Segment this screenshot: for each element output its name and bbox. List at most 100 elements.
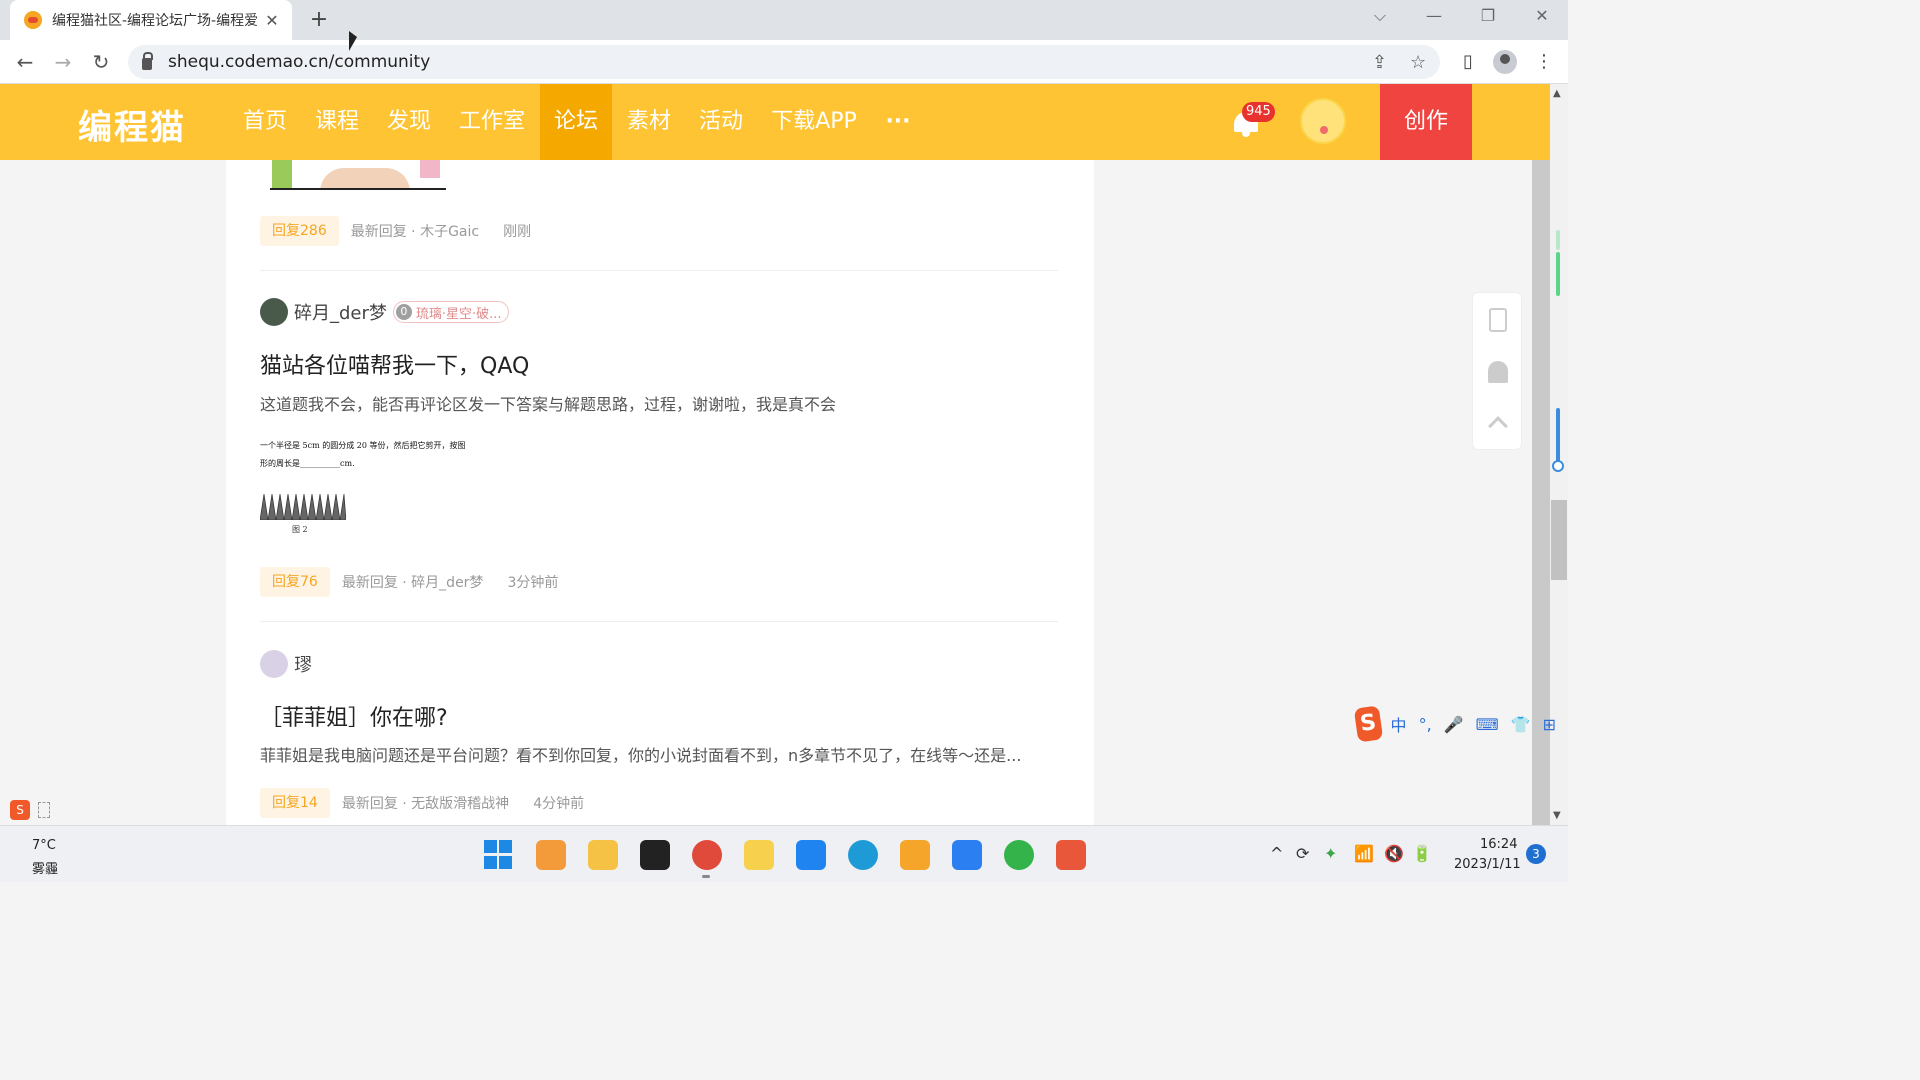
terminal-icon[interactable] [640, 840, 670, 870]
post-title[interactable]: 猫站各位喵帮我一下，QAQ [260, 348, 529, 380]
lock-icon[interactable] [142, 52, 153, 70]
post-author[interactable]: 璆 [260, 650, 318, 678]
ime-chinese-mode[interactable]: 中 [1391, 712, 1407, 736]
app-star-icon[interactable] [744, 840, 774, 870]
volume-muted-icon[interactable]: 🔇 [1384, 844, 1404, 863]
scroll-indicator [1556, 252, 1560, 296]
share-icon[interactable]: ⇪ [1372, 52, 1387, 73]
mobile-app-button[interactable] [1473, 295, 1523, 345]
scrollbar-thumb[interactable] [1551, 500, 1567, 580]
edge-icon[interactable] [848, 840, 878, 870]
tray-expand-icon[interactable]: ^ [1270, 844, 1283, 863]
mouse-cursor-icon [349, 31, 357, 51]
reload-button[interactable]: ↻ [88, 49, 114, 75]
clock-date[interactable]: 2023/1/11 [1454, 857, 1521, 872]
nav-more-icon[interactable]: ··· [876, 84, 920, 160]
nav-download-app[interactable]: 下载APP [766, 84, 862, 160]
post-description[interactable]: 这道题我不会，能否再评论区发一下答案与解题思路，过程，谢谢啦，我是真不会 [260, 391, 836, 415]
file-explorer-icon[interactable] [588, 840, 618, 870]
post-title[interactable]: ［菲菲姐］你在哪? [260, 700, 448, 732]
nav-courses[interactable]: 课程 [308, 84, 366, 160]
tray-security-icon[interactable]: ✦ [1324, 844, 1337, 863]
author-name[interactable]: 璆 [294, 651, 312, 677]
reply-count-tag[interactable]: 回复286 [260, 216, 339, 246]
minimize-button[interactable]: — [1420, 6, 1448, 25]
nav-events[interactable]: 活动 [692, 84, 750, 160]
close-window-button[interactable]: ✕ [1528, 6, 1556, 25]
site-logo[interactable]: 编程猫 [78, 100, 186, 149]
ime-punctuation-icon[interactable]: °, [1419, 715, 1432, 734]
profile-avatar-icon[interactable] [1493, 50, 1517, 74]
nav-studio[interactable]: 工作室 [452, 84, 532, 160]
bookmark-star-icon[interactable]: ☆ [1410, 52, 1426, 73]
notification-tool-button[interactable] [1473, 347, 1523, 397]
restore-button[interactable]: ❐ [1474, 6, 1502, 25]
weather-description[interactable]: 雾霾 [32, 858, 58, 877]
latest-reply: 最新回复 · 无敌版滑稽战神 [341, 796, 510, 812]
reply-count-tag[interactable]: 回复76 [260, 567, 330, 597]
bell-icon [1488, 361, 1508, 383]
scroll-up-arrow[interactable]: ▲ [1553, 88, 1561, 99]
author-avatar[interactable] [260, 298, 288, 326]
nav-materials[interactable]: 素材 [620, 84, 678, 160]
ime-mini-toggle-icon[interactable] [38, 802, 50, 818]
app-flame-icon[interactable] [900, 840, 930, 870]
browser-tab[interactable]: 编程猫社区-编程论坛广场-编程爱 ✕ [10, 0, 292, 40]
nav-forum[interactable]: 论坛 [540, 84, 612, 160]
app-plus-icon[interactable] [1004, 840, 1034, 870]
post-time: 4分钟前 [533, 796, 585, 812]
chrome-icon[interactable] [692, 840, 722, 870]
weather-temperature[interactable]: 7°C [32, 838, 56, 853]
ime-toolbox-icon[interactable]: ⊞ [1543, 715, 1556, 734]
app-mountain-icon[interactable] [952, 840, 982, 870]
create-button[interactable]: 创作 [1380, 84, 1472, 160]
browser-tab-bar: 编程猫社区-编程论坛广场-编程爱 ✕ + ⌵ — ❐ ✕ [0, 0, 1568, 40]
post-image[interactable]: 一个半径是 5cm 的圆分成 20 等份，然后把它剪开，按图 形的周长是____… [260, 436, 480, 536]
app-feishu-icon[interactable] [796, 840, 826, 870]
post-time: 3分钟前 [507, 575, 559, 591]
latest-reply: 最新回复 · 碎月_der梦 [341, 575, 484, 591]
tab-close-icon[interactable]: ✕ [262, 11, 282, 30]
tray-sync-icon[interactable]: ⟳ [1296, 844, 1309, 863]
user-avatar[interactable] [1300, 98, 1346, 144]
back-button[interactable]: ← [12, 49, 38, 75]
thermometer-decoration [1556, 408, 1560, 464]
ime-skin-icon[interactable]: 👕 [1511, 715, 1531, 734]
chrome-menu-icon[interactable]: ⋮ [1532, 50, 1556, 74]
ime-toolbar: S 中 °, 🎤 ⌨ 👕 ⊞ [1353, 705, 1568, 743]
ime-mini-logo-icon[interactable]: S [10, 800, 30, 820]
ime-voice-icon[interactable]: 🎤 [1444, 715, 1464, 734]
start-button-icon[interactable] [484, 840, 514, 870]
wifi-icon[interactable]: 📶 [1354, 844, 1374, 863]
side-panel-icon[interactable]: ▯ [1456, 50, 1480, 74]
codemao-favicon-icon [24, 11, 42, 29]
battery-icon[interactable]: 🔋 [1412, 844, 1432, 863]
tab-search-icon[interactable]: ⌵ [1366, 6, 1394, 26]
back-to-top-button[interactable] [1473, 397, 1523, 447]
image-text: 一个半径是 5cm 的圆分成 20 等份，然后把它剪开，按图 [260, 441, 466, 450]
ime-keyboard-icon[interactable]: ⌨ [1476, 715, 1499, 734]
sogou-ime-logo-icon[interactable]: S [1353, 705, 1383, 743]
nav-discover[interactable]: 发现 [380, 84, 438, 160]
clock-time[interactable]: 16:24 [1480, 837, 1517, 852]
tab-title: 编程猫社区-编程论坛广场-编程爱 [52, 13, 259, 29]
app-codemao-icon[interactable] [1056, 840, 1086, 870]
app-fox-icon[interactable] [536, 840, 566, 870]
new-tab-button[interactable]: + [306, 8, 332, 32]
post-image[interactable] [260, 160, 446, 190]
post-description[interactable]: 菲菲姐是我电脑问题还是平台问题？看不到你回复，你的小说封面看不到，n多章节不见了… [260, 742, 1021, 766]
forward-button[interactable]: → [50, 49, 76, 75]
badge-text: 琉璃·星空·破... [415, 306, 502, 322]
notification-badge: 945 [1242, 102, 1275, 122]
address-bar[interactable]: shequ.codemao.cn/community ⇪ ☆ [128, 45, 1440, 79]
active-app-indicator [702, 875, 710, 878]
reply-count-tag[interactable]: 回复14 [260, 788, 330, 818]
notification-count-badge[interactable]: 3 [1526, 844, 1546, 864]
post-meta: 回复76 最新回复 · 碎月_der梦 3分钟前 [260, 567, 582, 597]
scroll-down-arrow[interactable]: ▼ [1553, 810, 1561, 821]
author-name[interactable]: 碎月_der梦 [294, 299, 387, 325]
post-author[interactable]: 碎月_der梦 0 琉璃·星空·破... [260, 298, 509, 326]
post-meta: 回复286 最新回复 · 木子Gaic 刚刚 [260, 216, 555, 246]
nav-home[interactable]: 首页 [236, 84, 294, 160]
author-avatar[interactable] [260, 650, 288, 678]
